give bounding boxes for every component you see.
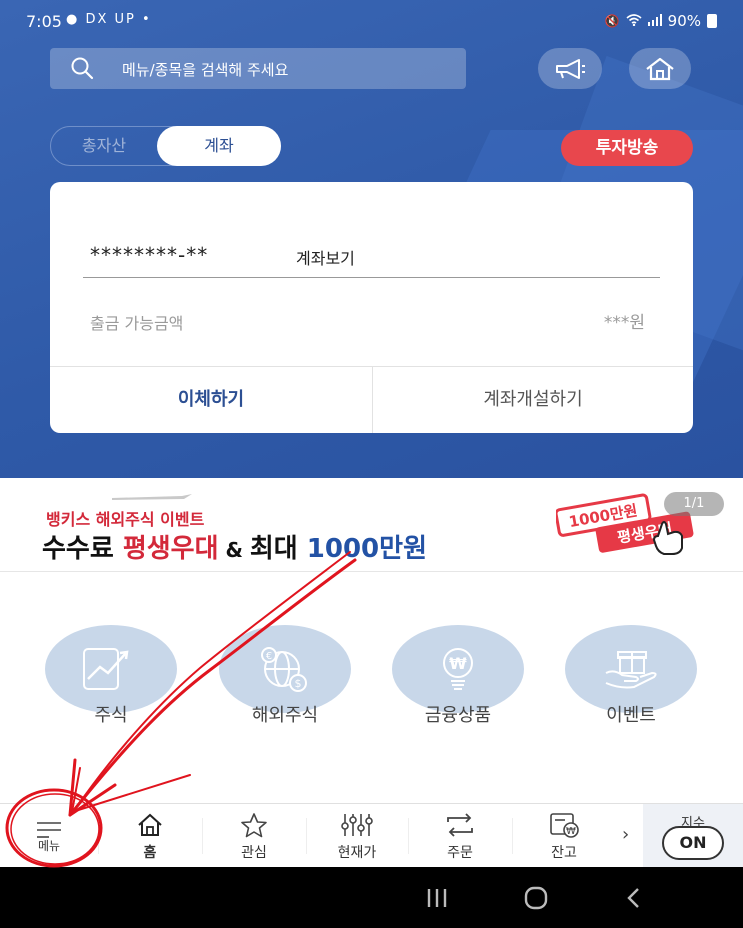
status-right: 🔇 90%: [605, 12, 717, 30]
battery-icon: [707, 14, 717, 28]
banner-title-part: 수수료: [42, 534, 123, 564]
quick-menu-label: 해외주식: [251, 705, 319, 726]
nav-item-home[interactable]: 홈: [108, 804, 192, 868]
svg-text:₩: ₩: [566, 826, 576, 837]
nav-label: 잔고: [551, 845, 577, 861]
quick-menu-circle: € $: [219, 625, 351, 713]
banner-title-amount: 1000만원: [306, 534, 427, 564]
status-notification-icons: ● DX UP •: [66, 12, 152, 27]
investment-broadcast-button[interactable]: 투자방송: [561, 130, 693, 166]
available-amount-label: 출금 가능금액: [90, 314, 184, 333]
divider: [306, 818, 307, 854]
svg-text:₩: ₩: [449, 654, 467, 673]
transfer-button[interactable]: 이체하기: [50, 366, 372, 433]
account-card: ********-** 계좌보기 출금 가능금액 ***원 이체하기 계좌개설하…: [50, 182, 693, 433]
banner-subtitle: 뱅키스 해외주식 이벤트: [46, 510, 205, 529]
lightbulb-won-icon: ₩: [443, 648, 473, 690]
quick-menu-label: 이벤트: [606, 705, 656, 726]
search-icon: [71, 57, 94, 80]
bottom-navigation: 메뉴 홈 관심 현재가 주문 ₩ 잔고 › 지수 ON: [0, 803, 743, 868]
back-icon: [627, 888, 639, 908]
banner-title-part: 최대: [249, 534, 307, 564]
globe-currency-icon: € $: [261, 647, 307, 692]
quick-menu-circle: ₩: [392, 625, 524, 713]
tab-account[interactable]: 계좌: [157, 125, 281, 166]
quick-menu-circle: [45, 625, 177, 713]
back-button[interactable]: [614, 881, 654, 915]
recent-apps-icon: [427, 889, 447, 907]
status-time: 7:05: [26, 12, 62, 31]
index-panel: 지수 ON: [643, 804, 743, 868]
wifi-icon: [626, 13, 642, 29]
quick-menu-events[interactable]: 이벤트: [565, 625, 697, 727]
view-account-link[interactable]: 계좌보기: [296, 245, 355, 269]
price-sliders-icon: [341, 814, 373, 836]
account-number: ********-**: [90, 243, 209, 267]
divider: [408, 818, 409, 854]
airplane-decoration: [112, 494, 192, 500]
svg-text:$: $: [295, 677, 302, 690]
divider: [83, 277, 660, 278]
nav-item-watchlist[interactable]: 관심: [212, 804, 296, 868]
divider: [512, 818, 513, 854]
banner-page-indicator: 1/1: [664, 492, 724, 516]
quick-menu-label: 주식: [94, 705, 128, 726]
nav-label: 관심: [241, 845, 267, 861]
nav-item-menu[interactable]: 메뉴: [18, 804, 80, 868]
system-navigation-bar: [0, 867, 743, 928]
nav-item-current-price[interactable]: 현재가: [314, 804, 400, 868]
hero-section: 7:05 ● DX UP • 🔇 90% 메뉴/종목을 검색해 주세요 총자산 …: [0, 0, 743, 478]
battery-percent: 90%: [667, 12, 701, 30]
recent-apps-button[interactable]: [417, 881, 457, 915]
stock-chart-icon: [83, 648, 129, 690]
index-toggle-button[interactable]: ON: [662, 826, 724, 860]
nav-label: 현재가: [337, 845, 377, 861]
broadcast-notice-button[interactable]: [538, 48, 602, 89]
divider: [98, 818, 99, 854]
asset-account-toggle: 총자산 계좌: [50, 125, 281, 166]
system-home-button[interactable]: [516, 881, 556, 915]
tab-total-assets[interactable]: 총자산: [51, 127, 157, 164]
app-screen: 7:05 ● DX UP • 🔇 90% 메뉴/종목을 검색해 주세요 총자산 …: [0, 0, 743, 928]
banner-title-highlight: 평생우대: [122, 534, 219, 564]
available-amount-value: ***원: [603, 313, 645, 333]
home-circle-icon: [524, 886, 548, 910]
status-bar: 7:05 ● DX UP • 🔇 90%: [0, 0, 743, 44]
quick-menu-financial-products[interactable]: ₩ 금융상품: [392, 625, 524, 727]
nav-item-balance[interactable]: ₩ 잔고: [522, 804, 606, 868]
event-banner[interactable]: 뱅키스 해외주식 이벤트 수수료 평생우대 & 최대 1000만원 1000만원…: [0, 478, 743, 572]
banner-title-amp: &: [218, 538, 250, 562]
order-arrows-icon: [447, 813, 473, 837]
divider: [202, 818, 203, 854]
search-placeholder: 메뉴/종목을 검색해 주세요: [122, 61, 289, 79]
gift-hand-icon: [605, 651, 657, 689]
quick-menu-label: 금융상품: [424, 705, 492, 726]
banner-title: 수수료 평생우대 & 최대 1000만원: [42, 528, 427, 565]
balance-icon: ₩: [550, 813, 579, 838]
signal-icon: [647, 13, 662, 29]
quick-menu-stocks[interactable]: 주식: [45, 625, 177, 727]
svg-text:€: €: [266, 651, 272, 662]
open-account-button[interactable]: 계좌개설하기: [373, 366, 693, 433]
search-input[interactable]: 메뉴/종목을 검색해 주세요: [50, 48, 466, 89]
nav-item-order[interactable]: 주문: [418, 804, 502, 868]
megaphone-icon: [556, 58, 585, 79]
quick-menu-circle: [565, 625, 697, 713]
nav-label: 주문: [447, 845, 473, 861]
home-icon: [138, 813, 162, 836]
star-icon: [241, 813, 267, 838]
chevron-right-icon[interactable]: ›: [622, 824, 629, 845]
mute-icon: 🔇: [604, 14, 620, 28]
home-button[interactable]: [629, 48, 691, 89]
quick-menu-overseas-stocks[interactable]: € $ 해외주식: [219, 625, 351, 727]
nav-label: 홈: [143, 845, 157, 861]
home-icon: [646, 57, 674, 80]
nav-label: 메뉴: [37, 839, 61, 853]
